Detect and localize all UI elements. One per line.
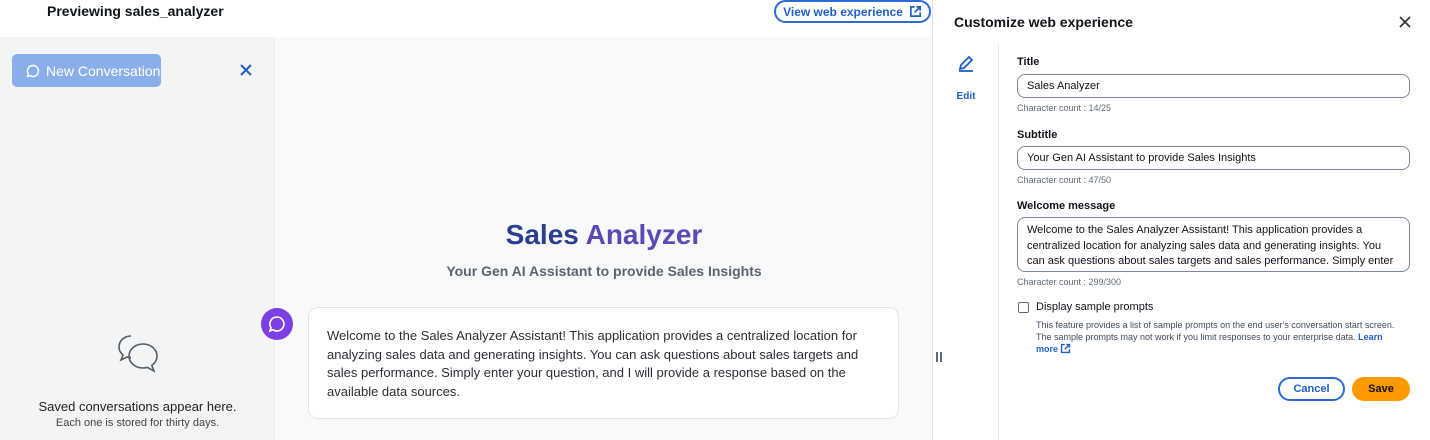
preview-title: Previewing sales_analyzer — [47, 3, 224, 19]
bot-avatar-icon — [268, 316, 285, 333]
bot-avatar — [261, 308, 293, 340]
drag-handle-icon[interactable] — [936, 352, 944, 364]
new-conversation-button[interactable]: New Conversation — [12, 54, 161, 87]
welcome-message-card: Welcome to the Sales Analyzer Assistant!… — [308, 307, 899, 419]
sample-prompts-description-text: This feature provides a list of sample p… — [1036, 320, 1395, 342]
save-button[interactable]: Save — [1352, 377, 1410, 401]
sample-prompts-description: This feature provides a list of sample p… — [1036, 319, 1406, 355]
welcome-message-label: Welcome message — [1017, 200, 1116, 212]
panel-title: Customize web experience — [954, 14, 1133, 30]
view-web-experience-label: View web experience — [783, 4, 903, 19]
subtitle-input[interactable] — [1017, 146, 1410, 170]
display-sample-prompts-label[interactable]: Display sample prompts — [1036, 301, 1153, 313]
subtitle-character-count: Character count : 47/50 — [1017, 175, 1112, 185]
chat-bubble-icon — [26, 64, 40, 78]
title-label: Title — [1017, 56, 1040, 68]
panel-rail: Edit — [933, 44, 999, 440]
experience-title-word2: Analyzer — [585, 219, 703, 250]
title-input[interactable] — [1017, 74, 1410, 98]
welcome-message-character-count: Character count : 299/300 — [1017, 277, 1122, 287]
title-character-count: Character count : 14/25 — [1017, 103, 1112, 113]
top-bar: Previewing sales_analyzer View web exper… — [0, 0, 932, 37]
new-conversation-label: New Conversation — [46, 62, 161, 79]
pencil-icon[interactable] — [957, 54, 975, 72]
saved-conversations-icon — [118, 335, 158, 373]
cancel-button[interactable]: Cancel — [1278, 377, 1345, 401]
experience-title-word1: Sales — [505, 219, 579, 250]
subtitle-label: Subtitle — [1017, 129, 1058, 141]
close-icon[interactable] — [1398, 15, 1412, 29]
experience-title: Sales Analyzer — [276, 219, 932, 251]
view-web-experience-button[interactable]: View web experience — [774, 0, 931, 23]
saved-conversations-text: Saved conversations appear here. — [38, 399, 237, 414]
external-link-icon — [1060, 343, 1071, 354]
edit-tab-label[interactable]: Edit — [933, 91, 999, 102]
customize-panel: Customize web experience Edit Title Char… — [932, 0, 1430, 440]
external-link-icon — [909, 6, 921, 17]
close-icon[interactable] — [239, 63, 253, 77]
saved-conversations-subtext: Each one is stored for thirty days. — [55, 417, 220, 429]
experience-subtitle: Your Gen AI Assistant to provide Sales I… — [446, 263, 762, 279]
display-sample-prompts-checkbox[interactable] — [1018, 302, 1029, 313]
welcome-message-textarea[interactable]: Welcome to the Sales Analyzer Assistant!… — [1017, 217, 1410, 272]
conversation-sidebar: New Conversation Saved conversations app… — [0, 37, 275, 440]
